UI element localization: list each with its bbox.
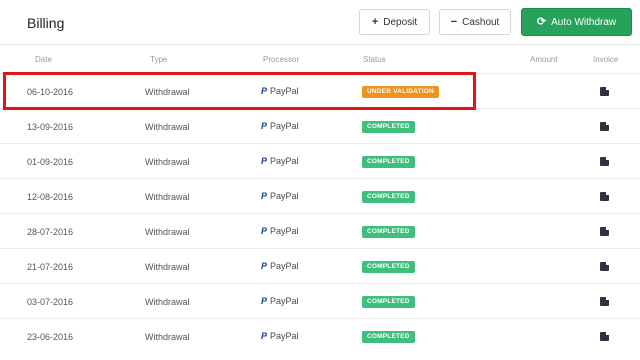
row-processor: P PayPal [261, 121, 299, 131]
column-status: Status [363, 55, 386, 64]
column-amount: Amount [530, 55, 558, 64]
paypal-icon: P [261, 331, 268, 341]
document-icon[interactable] [600, 262, 609, 271]
table-row: 01-09-2016 Withdrawal P PayPal COMPLETED [0, 143, 640, 178]
table-row: 21-07-2016 Withdrawal P PayPal COMPLETED [0, 248, 640, 283]
column-date: Date [35, 55, 52, 64]
row-processor: P PayPal [261, 296, 299, 306]
row-processor-label: PayPal [270, 226, 299, 236]
row-type: Withdrawal [145, 157, 190, 167]
row-date: 21-07-2016 [27, 262, 74, 272]
status-badge: COMPLETED [362, 156, 415, 168]
page-header: Billing + Deposit − Cashout ⟳ Auto Withd… [0, 0, 640, 44]
table-row: 12-08-2016 Withdrawal P PayPal COMPLETED [0, 178, 640, 213]
row-processor-label: PayPal [270, 296, 299, 306]
document-icon[interactable] [600, 87, 609, 96]
row-processor: P PayPal [261, 156, 299, 166]
document-icon[interactable] [600, 122, 609, 131]
status-badge: COMPLETED [362, 191, 415, 203]
highlight-box [3, 72, 476, 110]
cashout-button[interactable]: − Cashout [439, 9, 511, 35]
row-type: Withdrawal [145, 227, 190, 237]
row-date: 13-09-2016 [27, 122, 74, 132]
cashout-label: Cashout [462, 16, 500, 28]
row-processor-label: PayPal [270, 156, 299, 166]
plus-icon: + [371, 15, 379, 28]
refresh-icon: ⟳ [536, 15, 547, 28]
paypal-icon: P [261, 191, 268, 201]
row-processor: P PayPal [261, 261, 299, 271]
row-processor: P PayPal [261, 331, 299, 341]
table-row: 13-09-2016 Withdrawal P PayPal COMPLETED [0, 108, 640, 143]
document-icon[interactable] [600, 297, 609, 306]
table-row: 03-07-2016 Withdrawal P PayPal COMPLETED [0, 283, 640, 318]
column-invoice: Invoice [593, 55, 619, 64]
table-header: Date Type Processor Status Amount Invoic… [0, 44, 640, 72]
paypal-icon: P [261, 226, 268, 236]
status-badge: COMPLETED [362, 331, 415, 343]
document-icon[interactable] [600, 227, 609, 236]
status-badge: COMPLETED [362, 261, 415, 273]
status-badge: COMPLETED [362, 226, 415, 238]
row-type: Withdrawal [145, 297, 190, 307]
column-type: Type [150, 55, 168, 64]
table-row: 28-07-2016 Withdrawal P PayPal COMPLETED [0, 213, 640, 248]
column-processor: Processor [263, 55, 300, 64]
document-icon[interactable] [600, 157, 609, 166]
row-type: Withdrawal [145, 192, 190, 202]
row-date: 23-06-2016 [27, 332, 74, 342]
status-badge: COMPLETED [362, 121, 415, 133]
page-title: Billing [27, 15, 65, 31]
row-processor-label: PayPal [270, 121, 299, 131]
paypal-icon: P [261, 261, 268, 271]
row-processor: P PayPal [261, 191, 299, 201]
auto-withdraw-label: Auto Withdraw [551, 16, 617, 28]
deposit-label: Deposit [383, 16, 418, 28]
table-row: 23-06-2016 Withdrawal P PayPal COMPLETED [0, 318, 640, 353]
row-processor-label: PayPal [270, 261, 299, 271]
row-date: 01-09-2016 [27, 157, 74, 167]
paypal-icon: P [261, 296, 268, 306]
row-date: 12-08-2016 [27, 192, 74, 202]
row-date: 28-07-2016 [27, 227, 74, 237]
row-processor-label: PayPal [270, 331, 299, 341]
row-type: Withdrawal [145, 122, 190, 132]
status-badge: COMPLETED [362, 296, 415, 308]
row-processor: P PayPal [261, 226, 299, 236]
deposit-button[interactable]: + Deposit [359, 9, 430, 35]
row-type: Withdrawal [145, 332, 190, 342]
document-icon[interactable] [600, 332, 609, 341]
paypal-icon: P [261, 156, 268, 166]
row-processor-label: PayPal [270, 191, 299, 201]
row-type: Withdrawal [145, 262, 190, 272]
document-icon[interactable] [600, 192, 609, 201]
row-date: 03-07-2016 [27, 297, 74, 307]
paypal-icon: P [261, 121, 268, 131]
auto-withdraw-button[interactable]: ⟳ Auto Withdraw [521, 8, 632, 36]
minus-icon: − [450, 15, 458, 28]
